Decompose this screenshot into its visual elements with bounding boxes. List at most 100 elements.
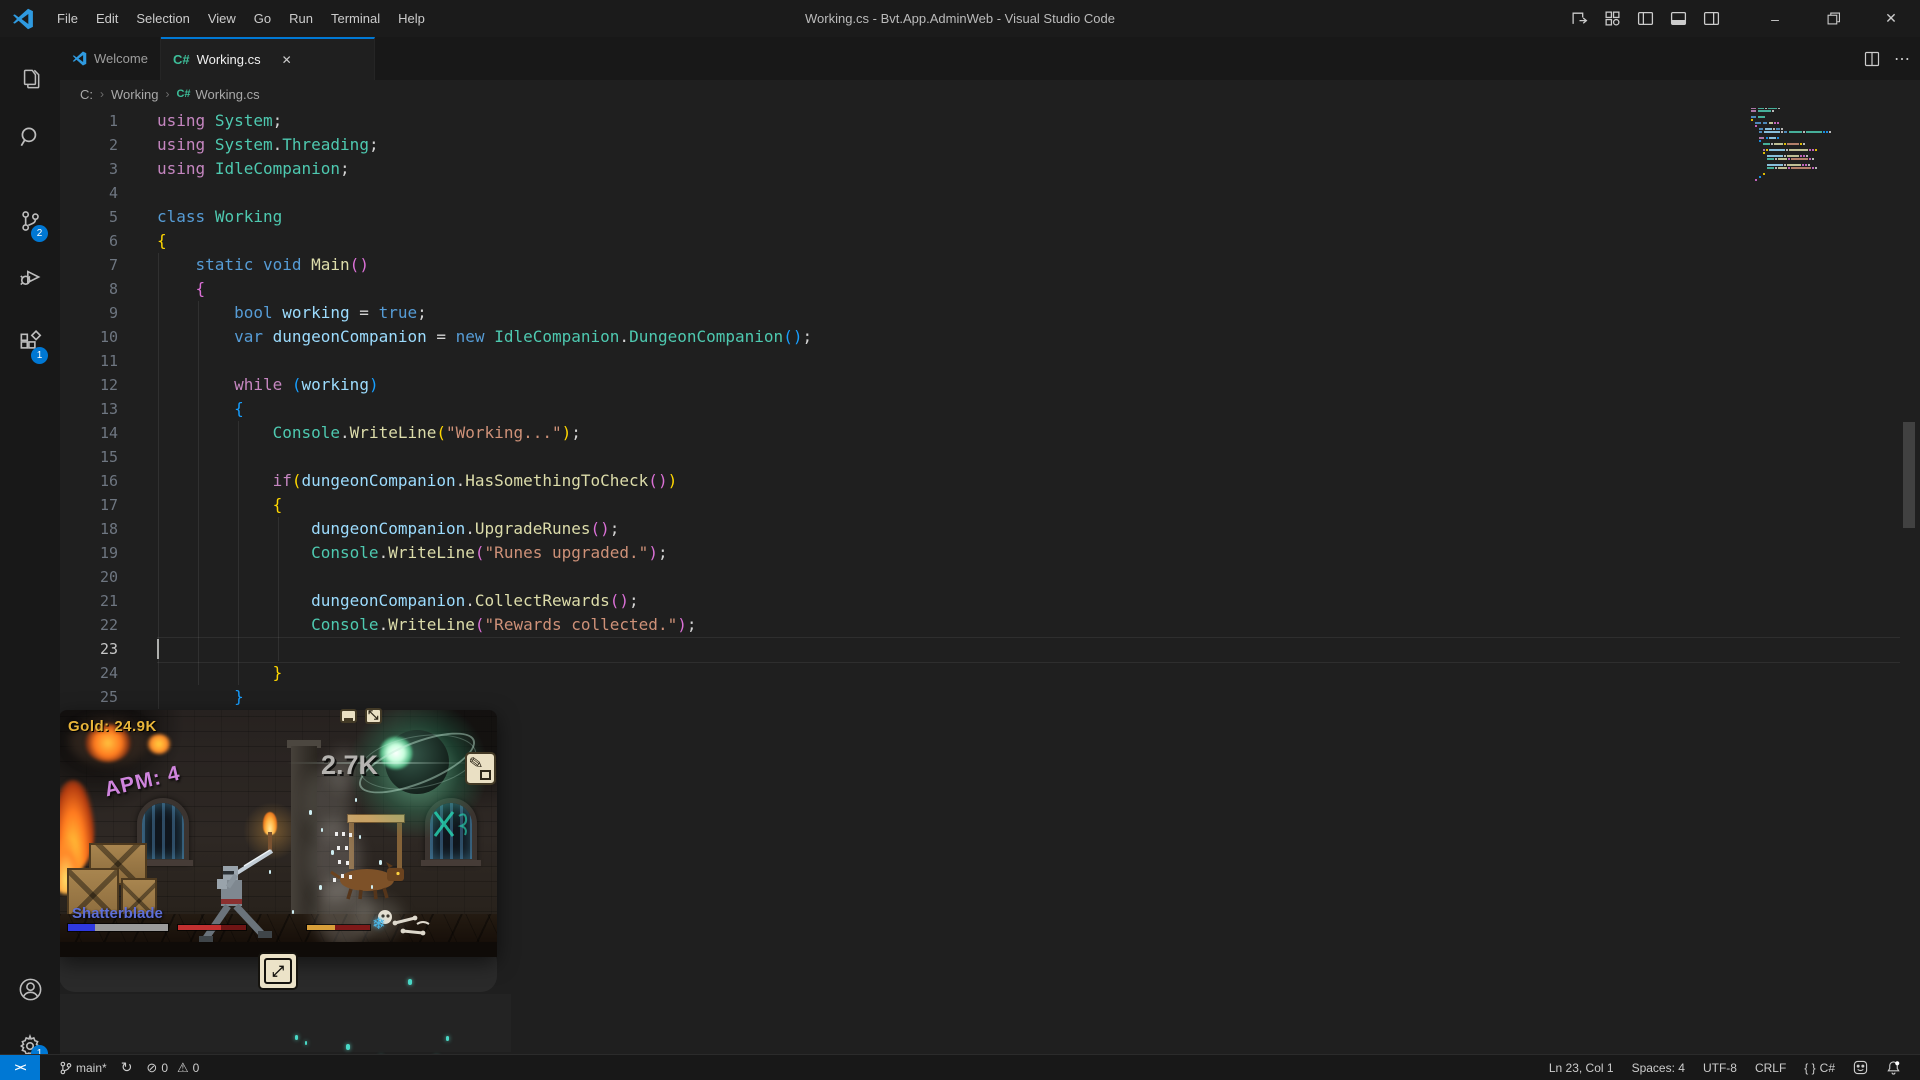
tab-welcome[interactable]: Welcome <box>60 37 161 80</box>
tab-close-icon[interactable]: ✕ <box>282 53 292 67</box>
code-line[interactable]: 14 Console.WriteLine("Working..."); <box>60 421 1920 445</box>
account-icon[interactable] <box>0 965 60 1013</box>
language-mode-item[interactable]: { }C# <box>1795 1055 1844 1080</box>
code-line[interactable]: 4 <box>60 181 1920 205</box>
code-line[interactable]: 1using System; <box>60 109 1920 133</box>
snowflake-icon: ❄ <box>372 914 385 934</box>
code-line[interactable]: 5class Working <box>60 205 1920 229</box>
explorer-icon[interactable] <box>0 55 60 103</box>
line-number: 4 <box>60 181 118 205</box>
menu-file[interactable]: File <box>48 7 87 30</box>
encoding-item[interactable]: UTF-8 <box>1694 1055 1746 1080</box>
git-branch-item[interactable]: main* <box>52 1055 114 1080</box>
overlay-popout-icon[interactable] <box>365 708 382 724</box>
game-overlay[interactable]: Gold: 24.9K APM: 4 2.7K Shatterblade ❄ ✎… <box>59 710 497 957</box>
code-line[interactable]: 22 Console.WriteLine("Rewards collected.… <box>60 613 1920 637</box>
menu-help[interactable]: Help <box>389 7 434 30</box>
editor-scrollbar[interactable] <box>1903 422 1915 528</box>
restore-button[interactable] <box>1804 0 1862 37</box>
breadcrumb-folder[interactable]: Working <box>111 87 158 102</box>
toggle-panel-icon[interactable] <box>1670 10 1687 27</box>
indentation-item[interactable]: Spaces: 4 <box>1623 1055 1694 1080</box>
code-text: dungeonCompanion.CollectRewards(); <box>118 589 639 613</box>
feedback-smiley-item[interactable] <box>1844 1055 1877 1080</box>
notifications-item[interactable] <box>1877 1055 1910 1080</box>
code-line[interactable]: 9 bool working = true; <box>60 301 1920 325</box>
overlay-edit-button[interactable]: ✎ <box>465 752 496 785</box>
menu-selection[interactable]: Selection <box>127 7 198 30</box>
code-text <box>118 565 157 589</box>
toggle-secondary-sidebar-icon[interactable] <box>1703 10 1720 27</box>
code-line[interactable]: 17 { <box>60 493 1920 517</box>
code-line[interactable]: 12 while (working) <box>60 373 1920 397</box>
sync-item[interactable]: ↻ <box>114 1055 140 1080</box>
code-line[interactable]: 6{ <box>60 229 1920 253</box>
code-text <box>118 181 157 205</box>
indent-guide <box>278 517 279 661</box>
line-number: 16 <box>60 469 118 493</box>
search-icon[interactable] <box>0 113 60 161</box>
code-line[interactable]: 19 Console.WriteLine("Runes upgraded."); <box>60 541 1920 565</box>
damage-dot <box>345 846 348 850</box>
tab-actions: ⋯ <box>1864 37 1910 80</box>
cursor-position-item[interactable]: Ln 23, Col 1 <box>1540 1055 1623 1080</box>
overlay-window-icon[interactable] <box>340 709 357 723</box>
line-number: 10 <box>60 325 118 349</box>
remote-indicator[interactable]: >< <box>0 1055 40 1080</box>
editor-more-actions-icon[interactable]: ⋯ <box>1894 49 1910 69</box>
code-line[interactable]: 11 <box>60 349 1920 373</box>
layout-grid-icon[interactable] <box>1604 10 1621 27</box>
warnings-icon: ⚠ <box>177 1060 189 1076</box>
code-line[interactable]: 15 <box>60 445 1920 469</box>
minimap[interactable] <box>1751 104 1881 182</box>
close-button[interactable]: ✕ <box>1862 0 1920 37</box>
code-line[interactable]: 21 dungeonCompanion.CollectRewards(); <box>60 589 1920 613</box>
menu-run[interactable]: Run <box>280 7 322 30</box>
problems-item[interactable]: ⊘ 0 ⚠ 0 <box>139 1055 206 1080</box>
title-bar-actions <box>1571 10 1720 27</box>
code-line[interactable]: 7 static void Main() <box>60 253 1920 277</box>
code-line[interactable]: 23 <box>60 637 1920 661</box>
menu-view[interactable]: View <box>199 7 245 30</box>
line-number: 6 <box>60 229 118 253</box>
run-debug-icon[interactable] <box>0 253 60 301</box>
breadcrumb-file[interactable]: Working.cs <box>196 87 260 102</box>
code-line[interactable]: 3using IdleCompanion; <box>60 157 1920 181</box>
line-number: 21 <box>60 589 118 613</box>
menu-go[interactable]: Go <box>245 7 280 30</box>
line-number: 11 <box>60 349 118 373</box>
title-bar: FileEditSelectionViewGoRunTerminalHelp W… <box>0 0 1920 37</box>
line-number: 15 <box>60 445 118 469</box>
particle <box>292 910 294 914</box>
breadcrumb-drive[interactable]: C: <box>80 87 93 102</box>
hp-bar <box>306 924 371 931</box>
code-line[interactable]: 20 <box>60 565 1920 589</box>
line-number: 17 <box>60 493 118 517</box>
toggle-sidebar-icon[interactable] <box>1637 10 1654 27</box>
code-line[interactable]: 16 if(dungeonCompanion.HasSomethingToChe… <box>60 469 1920 493</box>
split-editor-icon[interactable] <box>1864 51 1880 67</box>
cast-icon[interactable] <box>1571 10 1588 27</box>
eol-item[interactable]: CRLF <box>1746 1055 1795 1080</box>
code-line[interactable]: 25 } <box>60 685 1920 709</box>
source-control-icon[interactable] <box>0 197 60 245</box>
menu-edit[interactable]: Edit <box>87 7 127 30</box>
particle <box>331 850 334 855</box>
line-number: 22 <box>60 613 118 637</box>
code-line[interactable]: 2using System.Threading; <box>60 133 1920 157</box>
code-line[interactable]: 8 { <box>60 277 1920 301</box>
indent-guide <box>238 421 239 685</box>
apm-counter: APM: 4 <box>102 762 183 803</box>
enemy-creature <box>327 858 411 900</box>
line-number: 12 <box>60 373 118 397</box>
code-line[interactable]: 24 } <box>60 661 1920 685</box>
tab-working-cs[interactable]: C# Working.cs ✕ <box>161 37 375 80</box>
extensions-icon[interactable] <box>0 319 60 367</box>
code-line[interactable]: 10 var dungeonCompanion = new IdleCompan… <box>60 325 1920 349</box>
code-line[interactable]: 18 dungeonCompanion.UpgradeRunes(); <box>60 517 1920 541</box>
menu-terminal[interactable]: Terminal <box>322 7 389 30</box>
tab-strip: Welcome C# Working.cs ✕ ⋯ <box>60 37 1920 80</box>
minimize-button[interactable]: – <box>1746 0 1804 37</box>
code-line[interactable]: 13 { <box>60 397 1920 421</box>
fullscreen-expand-button[interactable]: ⤢ <box>258 952 298 990</box>
